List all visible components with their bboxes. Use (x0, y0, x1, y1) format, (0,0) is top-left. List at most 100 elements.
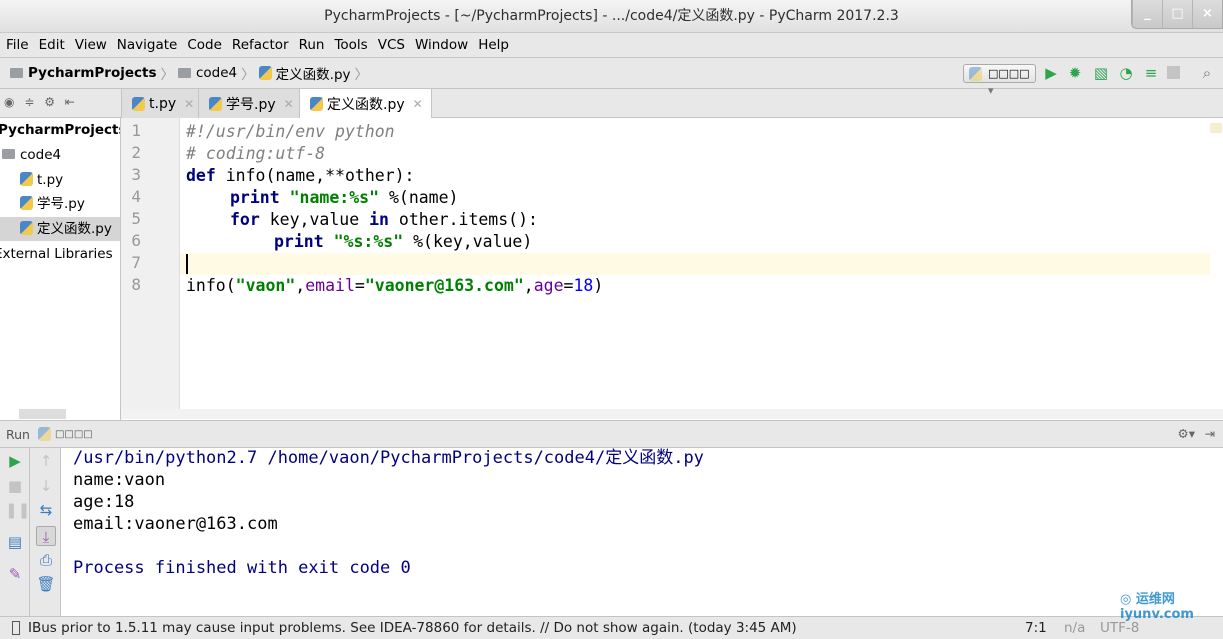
python-icon (969, 67, 982, 81)
line-number: 1 (131, 121, 141, 140)
tree-folder-code4[interactable]: code4 (2, 143, 61, 167)
menu-navigate[interactable]: Navigate (117, 37, 178, 53)
restore-layout-icon[interactable]: ▤ (5, 532, 25, 552)
code-line-2: # coding:utf-8 (186, 144, 326, 163)
search-icon[interactable]: ⌕ (1198, 64, 1216, 82)
close-tab-icon[interactable]: ✕ (413, 97, 423, 111)
coverage-icon[interactable]: ▧ (1092, 64, 1110, 82)
pin-icon[interactable]: ✎ (5, 564, 25, 584)
watermark-logo: ◎ 运维网 iyunv.com (1120, 592, 1194, 622)
tab-xuehao-py[interactable]: 学号.py ✕ (198, 89, 303, 118)
close-button[interactable]: × (1192, 0, 1222, 28)
line-number: 5 (131, 209, 141, 228)
python-file-icon (209, 96, 222, 111)
text-cursor (186, 254, 188, 274)
stop-icon[interactable] (1167, 66, 1180, 79)
menu-refactor[interactable]: Refactor (232, 37, 289, 53)
menu-window[interactable]: Window (415, 37, 468, 53)
line-separator[interactable]: n/a (1064, 620, 1085, 636)
scroll-to-end-icon[interactable]: ⤓ (36, 526, 56, 546)
breadcrumb-project[interactable]: PycharmProjects (28, 65, 157, 81)
project-toolbar: ◉ ≑ ⚙ ⇤ (0, 89, 120, 118)
close-tab-icon[interactable]: ✕ (284, 97, 294, 111)
menu-vcs[interactable]: VCS (378, 37, 405, 53)
window-controls: _ □ × (1131, 0, 1223, 29)
file-encoding[interactable]: UTF-8 (1100, 620, 1139, 636)
tree-label: 定义函数.py (37, 221, 112, 237)
line-number: 6 (131, 231, 141, 250)
breadcrumb-folder[interactable]: code4 (196, 65, 237, 81)
tab-label: t.py (149, 95, 177, 112)
code-line-6: print "%s:%s" %(key,value) (274, 232, 533, 251)
trash-icon[interactable]: 🗑 (36, 574, 56, 594)
status-message[interactable]: IBus prior to 1.5.11 may cause input pro… (28, 620, 797, 636)
tab-label: 定义函数.py (327, 96, 405, 113)
tab-t-py[interactable]: t.py ✕ (121, 89, 204, 118)
python-file-icon (20, 172, 33, 186)
tree-file-xuehao-py[interactable]: 学号.py (20, 192, 85, 216)
python-file-icon (132, 96, 145, 111)
cursor-position[interactable]: 7:1 (1025, 620, 1047, 636)
tree-external-libraries[interactable]: External Libraries (0, 242, 113, 266)
up-arrow-icon[interactable]: ↑ (36, 451, 56, 471)
line-number: 4 (131, 187, 141, 206)
title-bar: PycharmProjects - [~/PycharmProjects] - … (0, 0, 1223, 33)
line-gutter: 1 2 3 4 5 6 7 8 (121, 118, 180, 410)
menu-edit[interactable]: Edit (39, 37, 65, 53)
down-arrow-icon[interactable]: ↓ (36, 476, 56, 496)
tree-label: t.py (37, 172, 64, 188)
debug-icon[interactable]: ✹ (1066, 64, 1084, 82)
status-bar: IBus prior to 1.5.11 may cause input pro… (0, 616, 1223, 639)
soft-wrap-icon[interactable]: ⇆ (36, 500, 56, 520)
tree-file-dingyi-hanshu-py[interactable]: 定义函数.py (0, 217, 120, 241)
hide-icon[interactable]: ⇤ (65, 95, 78, 109)
gear-icon[interactable]: ⚙ (44, 95, 58, 109)
locate-icon[interactable]: ◉ (4, 95, 17, 109)
menu-file[interactable]: File (6, 37, 29, 53)
horizontal-scrollbar[interactable] (19, 409, 1223, 419)
menu-tools[interactable]: Tools (334, 37, 367, 53)
line-number: 2 (131, 143, 141, 162)
breadcrumb-file[interactable]: 定义函数.py (276, 63, 351, 83)
line-number: 3 (131, 165, 141, 184)
maximize-button[interactable]: □ (1162, 0, 1192, 28)
line-number: 7 (131, 253, 141, 272)
close-tab-icon[interactable]: ✕ (184, 97, 194, 111)
tab-dingyi-hanshu-py[interactable]: 定义函数.py ✕ (299, 89, 432, 119)
python-icon (37, 427, 51, 441)
concurrency-icon[interactable]: ≡ (1142, 64, 1160, 82)
run-configuration-select[interactable]: □□□□ ▾ (963, 64, 1036, 97)
pause-icon[interactable]: ❚❚ (5, 500, 30, 520)
tool-window-icon[interactable] (12, 621, 20, 635)
profile-icon[interactable]: ◔ (1117, 64, 1135, 82)
minimize-button[interactable]: _ (1132, 0, 1162, 28)
folder-icon (2, 149, 15, 159)
rerun-icon[interactable]: ▶ (5, 451, 25, 471)
stop-icon[interactable]: ■ (5, 476, 25, 496)
tree-label: code4 (20, 147, 62, 163)
tab-label: 学号.py (226, 96, 276, 113)
menu-view[interactable]: View (75, 37, 107, 53)
tree-project-root[interactable]: PycharmProjects (0, 118, 120, 142)
project-panel: PycharmProjects code4 t.py 学号.py 定义函数.py… (0, 118, 121, 420)
menu-code[interactable]: Code (187, 37, 222, 53)
tree-label: 学号.py (37, 196, 85, 212)
console-line: name:vaon (73, 470, 166, 490)
current-line-highlight (180, 253, 1210, 275)
code-line-5: for key,value in other.items(): (230, 210, 538, 229)
tree-file-t-py[interactable]: t.py (20, 168, 63, 192)
run-config-label: □□□□ (988, 67, 1030, 80)
menu-help[interactable]: Help (478, 37, 509, 53)
hide-panel-icon[interactable]: ⇥ (1205, 426, 1215, 441)
inspection-indicator[interactable] (1210, 123, 1222, 133)
python-file-icon (20, 221, 33, 235)
scrollbar-thumb[interactable] (19, 409, 66, 419)
print-icon[interactable]: ⎙ (36, 550, 56, 570)
run-config-tab[interactable]: □□□□ (55, 429, 93, 440)
run-icon[interactable]: ▶ (1042, 64, 1060, 82)
code-line-3: def info(name,**other): (186, 166, 415, 185)
menu-run[interactable]: Run (299, 37, 325, 53)
folder-icon (178, 68, 191, 78)
collapse-icon[interactable]: ≑ (24, 95, 37, 109)
gear-icon[interactable]: ⚙▾ (1178, 426, 1195, 441)
